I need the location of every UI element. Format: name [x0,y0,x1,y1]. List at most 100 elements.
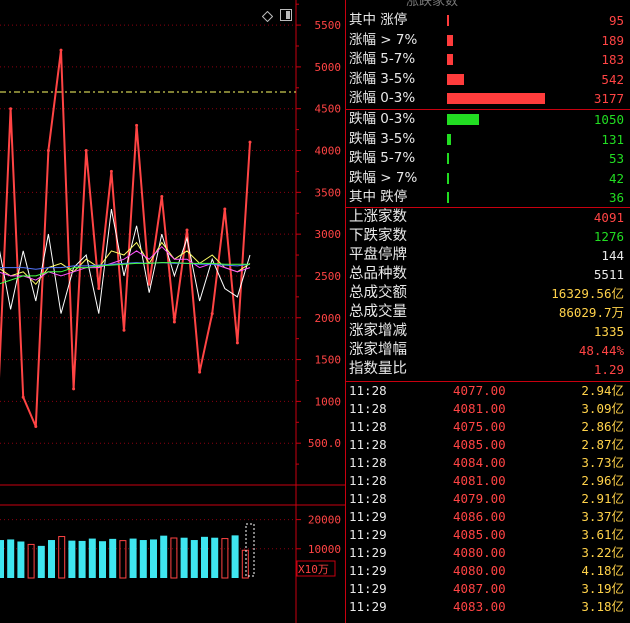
up_stats-row[interactable]: 其中 涨停 95 [346,11,630,30]
series-point [21,395,25,399]
volume-bar [7,539,15,578]
up_stats-row[interactable]: 涨幅 5-7% 183 [346,50,630,69]
tick-row[interactable]: 11:28 4081.00 2.96亿 [346,472,630,490]
market-stats-panel: 涨跌家数 其中 涨停 95 涨幅 > 7% 189 涨幅 5-7% 183 涨幅 3-5% 5… [345,0,630,623]
tick-price: 4084.00 [453,455,506,470]
down_stats-label: 跌幅 3-5% [349,130,416,147]
tick-row[interactable]: 11:29 4080.00 4.18亿 [346,562,630,580]
tick-time: 11:28 [349,401,387,416]
tick-row[interactable]: 11:28 4081.00 3.09亿 [346,400,630,418]
summary-value: 48.44% [578,343,624,358]
summary-value: 4091 [593,210,624,225]
down_stats-bar [447,172,449,184]
tick-time: 11:28 [349,383,387,398]
volume-bar [160,535,168,578]
tick-amount: 3.73亿 [581,455,624,470]
summary-row: 涨家增幅 48.44% [346,341,630,360]
down_stats-row[interactable]: 其中 跌停 36 [346,188,630,207]
series-point [72,387,76,391]
tick-row[interactable]: 11:28 4077.00 2.94亿 [346,382,630,400]
volume-bar [88,538,96,578]
tick-row[interactable]: 11:29 4087.00 3.19亿 [346,580,630,598]
y-tick-label: 3000 [315,228,342,241]
summary-label: 涨家增幅 [349,342,407,358]
summary-label: 平盘停牌 [349,247,407,263]
tick-time: 11:28 [349,455,387,470]
series-point [109,169,113,173]
tick-time: 11:29 [349,545,387,560]
down_stats-value: 36 [608,190,624,205]
tick-price: 4080.00 [453,563,506,578]
tick-price: 4081.00 [453,401,506,416]
up_stats-label: 其中 涨停 [349,12,408,28]
up_stats-row[interactable]: 涨幅 3-5% 542 [346,70,630,89]
tick-price: 4087.00 [453,581,506,596]
tick-row[interactable]: 11:28 4079.00 2.91亿 [346,490,630,508]
volume-bar [78,540,86,578]
summary-row: 总成交额 16329.56亿 [346,284,630,303]
down_stats-value: 1050 [593,112,624,127]
up_stats-value: 3177 [593,91,624,106]
down_stats-row[interactable]: 跌幅 0-3% 1050 [346,110,630,129]
tick-time: 11:28 [349,437,387,452]
tick-row[interactable]: 11:28 4075.00 2.86亿 [346,418,630,436]
up_stats-label: 涨幅 5-7% [349,51,416,67]
volume-bar [221,538,229,579]
down_stats-row[interactable]: 跌幅 > 7% 42 [346,169,630,188]
volume-bar [48,540,55,578]
volume-unit-label: X10万 [298,563,329,576]
up_stats-value: 183 [601,52,624,67]
down_stats-bar [447,114,480,125]
summary-value: 1276 [593,229,624,244]
tick-amount: 2.96亿 [581,473,624,488]
panel-title: 涨跌家数 [406,0,459,9]
tick-row[interactable]: 11:29 4085.00 3.61亿 [346,526,630,544]
series-point [97,286,101,290]
tick-row[interactable]: 11:28 4085.00 2.87亿 [346,436,630,454]
tick-amount: 2.87亿 [581,437,624,452]
down_stats-row[interactable]: 跌幅 5-7% 53 [346,149,630,168]
summary-value: 86029.7万 [558,305,624,320]
tick-row[interactable]: 11:29 4080.00 3.22亿 [346,544,630,562]
series-point [122,328,126,332]
summary-value: 1335 [593,324,624,339]
down_stats-label: 跌幅 > 7% [349,169,418,186]
tick-amount: 4.18亿 [581,563,624,578]
separator [346,381,630,382]
volume-bar [150,539,157,578]
up_stats-value: 542 [601,71,624,87]
volume-y-tick-label: 10000 [308,543,341,556]
volume-bar [211,537,219,578]
tick-row[interactable]: 11:29 4083.00 3.18亿 [346,598,630,616]
summary-row: 涨家增减 1335 [346,322,630,341]
up_stats-row[interactable]: 涨幅 0-3% 3177 [346,89,630,108]
tick-price: 4085.00 [453,437,506,452]
down_stats-row[interactable]: 跌幅 3-5% 131 [346,130,630,149]
index-chart[interactable]: 5500 5000 4500 4000 3500 3000 2500 2000 1500 1000… [0,0,345,623]
summary-value: 5511 [593,267,624,282]
tick-row[interactable]: 11:29 4086.00 3.37亿 [346,508,630,526]
up_stats-bar [447,15,449,26]
tick-price: 4083.00 [453,599,506,614]
tick-price: 4081.00 [453,473,506,488]
tick-time: 11:28 [349,473,387,488]
volume-bar [180,537,188,578]
series-point [59,48,63,52]
up_stats-row[interactable]: 涨幅 > 7% 189 [346,31,630,50]
separator [346,109,630,110]
panel-toggle-icon[interactable] [280,6,292,21]
diamond-icon[interactable] [261,7,274,23]
tick-price: 4079.00 [453,491,506,506]
up_stats-label: 涨幅 0-3% [349,90,416,106]
volume-bar [190,540,198,578]
y-tick-label: 3500 [315,186,342,199]
up_stats-value: 189 [601,32,624,48]
y-tick-label: 500.0 [308,437,341,450]
volume-bar [99,541,106,578]
tick-row[interactable]: 11:28 4084.00 3.73亿 [346,454,630,472]
volume-bar [241,549,249,579]
down_stats-value: 42 [608,170,624,186]
tick-time: 11:29 [349,563,387,578]
series-point [198,370,202,374]
volume-bar [139,540,147,578]
